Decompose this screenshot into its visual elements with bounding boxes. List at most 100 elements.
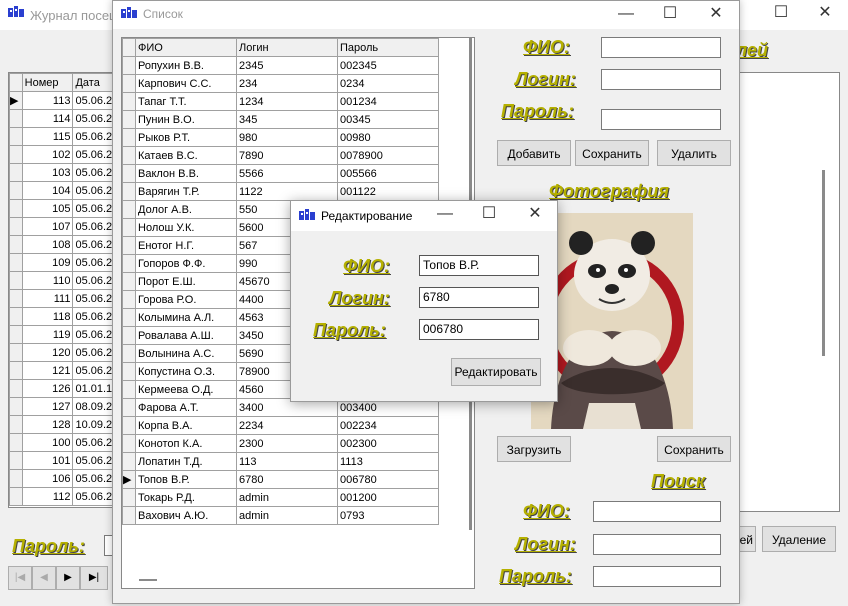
cell-fio[interactable]: Карпович С.С. [135,74,237,93]
cell-login[interactable]: 980 [236,128,338,147]
table-row[interactable]: Корпа В.А. 2234 002234 [122,416,439,435]
row-indicator[interactable] [9,127,23,146]
delete-button[interactable]: Удалить [657,140,731,166]
row-indicator[interactable] [122,506,136,525]
minimize-icon[interactable]: — [603,1,649,29]
journal-cell-number[interactable]: 104 [21,181,74,200]
row-indicator[interactable] [9,271,23,290]
journal-cell-number[interactable]: 109 [21,253,74,272]
close-icon[interactable]: ✕ [802,0,848,28]
list-titlebar[interactable]: Список — ☐ ✕ [113,1,739,29]
cell-fio[interactable]: Горова Р.О. [135,290,237,309]
edit-titlebar[interactable]: Редактирование — ☐ ✕ [291,201,557,231]
cell-login[interactable]: 234 [236,74,338,93]
journal-cell-number[interactable]: 126 [21,379,74,398]
table-row[interactable]: Ваклон В.В. 5566 005566 [122,164,439,183]
cell-fio[interactable]: Колымина А.Л. [135,308,237,327]
table-row[interactable]: 127 08.09.2 [9,397,120,416]
row-indicator[interactable] [9,343,23,362]
search-login-input[interactable] [593,534,721,555]
journal-cell-number[interactable]: 110 [21,271,74,290]
row-indicator[interactable] [122,452,136,471]
load-photo-button[interactable]: Загрузить [497,436,571,462]
row-indicator[interactable] [9,487,23,506]
cell-password[interactable]: 00345 [337,110,439,129]
cell-password[interactable]: 00980 [337,128,439,147]
row-indicator[interactable] [122,218,136,237]
edit-password-input[interactable]: 006780 [419,319,539,340]
row-indicator[interactable] [9,469,23,488]
table-row[interactable]: 101 05.06.2 [9,451,120,470]
table-row[interactable]: 106 05.06.2 [9,469,120,488]
cell-fio[interactable]: Ваклон В.В. [135,164,237,183]
row-indicator[interactable] [122,344,136,363]
minimize-icon[interactable]: — [423,201,467,229]
table-row[interactable]: Карпович С.С. 234 0234 [122,74,439,93]
col-fio[interactable]: ФИО [135,38,237,57]
journal-cell-number[interactable]: 114 [21,109,74,128]
cell-fio[interactable]: Фарова А.Т. [135,398,237,417]
table-row[interactable]: 112 05.06.2 [9,487,120,506]
journal-cell-number[interactable]: 118 [21,307,74,326]
table-row[interactable]: 100 05.06.2 [9,433,120,452]
journal-cell-number[interactable]: 112 [21,487,74,506]
close-icon[interactable]: ✕ [513,201,557,229]
journal-cell-number[interactable]: 102 [21,145,74,164]
row-indicator[interactable] [9,181,23,200]
close-icon[interactable]: ✕ [693,1,739,29]
password-input[interactable] [601,109,721,130]
journal-cell-number[interactable]: 108 [21,235,74,254]
cell-fio[interactable]: Кермеева О.Д. [135,380,237,399]
cell-login[interactable]: 1122 [236,182,338,201]
fio-input[interactable] [601,37,721,58]
table-row[interactable]: 114 05.06.2 [9,109,120,128]
search-password-input[interactable] [593,566,721,587]
table-row[interactable]: Токарь Р.Д. admin 001200 [122,488,439,507]
row-indicator[interactable] [9,433,23,452]
journal-cell-number[interactable]: 107 [21,217,74,236]
maximize-icon[interactable]: ☐ [647,1,693,29]
journal-cell-number[interactable]: 120 [21,343,74,362]
cell-password[interactable]: 001200 [337,488,439,507]
journal-cell-number[interactable]: 128 [21,415,74,434]
journal-cell-number[interactable]: 121 [21,361,74,380]
table-row[interactable]: 109 05.06.2 [9,253,120,272]
row-indicator[interactable] [122,110,136,129]
edit-fio-input[interactable]: Топов В.Р. [419,255,539,276]
cell-password[interactable]: 0234 [337,74,439,93]
cell-login[interactable]: 2234 [236,416,338,435]
row-indicator[interactable] [122,488,136,507]
cell-login[interactable]: 7890 [236,146,338,165]
table-row[interactable]: 120 05.06.2 [9,343,120,362]
table-row[interactable]: 115 05.06.2 [9,127,120,146]
journal-cell-number[interactable]: 103 [21,163,74,182]
row-indicator[interactable] [122,200,136,219]
table-row[interactable]: Лопатин Т.Д. 113 1113 [122,452,439,471]
row-indicator[interactable] [122,290,136,309]
nav-first-button[interactable]: |◀ [8,566,32,590]
cell-password[interactable]: 0078900 [337,146,439,165]
row-indicator[interactable] [122,164,136,183]
table-row[interactable]: 118 05.06.2 [9,307,120,326]
journal-cell-number[interactable]: 101 [21,451,74,470]
cell-fio[interactable]: Пунин В.О. [135,110,237,129]
row-indicator[interactable] [122,362,136,381]
users-scrollbar-thumb[interactable] [822,170,825,356]
row-indicator[interactable] [122,326,136,345]
row-indicator[interactable] [122,416,136,435]
table-row[interactable]: 128 10.09.2 [9,415,120,434]
table-row[interactable]: 107 05.06.2 [9,217,120,236]
table-row[interactable]: 111 05.06.2 [9,289,120,308]
table-row[interactable]: 103 05.06.2 [9,163,120,182]
save-photo-button[interactable]: Сохранить [657,436,731,462]
add-button[interactable]: Добавить [497,140,571,166]
row-indicator[interactable] [122,380,136,399]
table-row[interactable]: Рыков Р.Т. 980 00980 [122,128,439,147]
journal-cell-number[interactable]: 115 [21,127,74,146]
cell-login[interactable]: admin [236,506,338,525]
cell-password[interactable]: 1113 [337,452,439,471]
table-row[interactable]: 104 05.06.2 [9,181,120,200]
cell-login[interactable]: 6780 [236,470,338,489]
journal-grid[interactable]: Номер Дата ▶ 113 05.06.2 114 05.06.2 115 05.06.… [8,72,120,508]
users-grid-hscroll[interactable] [139,579,157,581]
